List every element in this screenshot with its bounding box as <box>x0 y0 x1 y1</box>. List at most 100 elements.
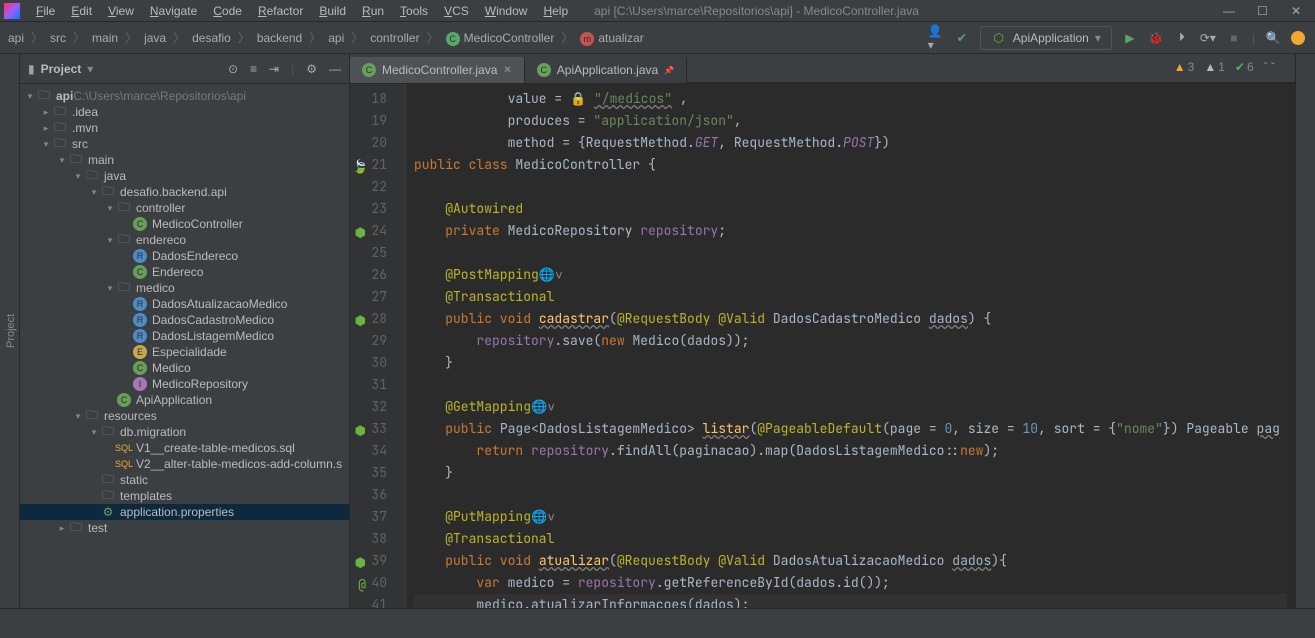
tree-node[interactable]: ▾🗀main <box>20 152 349 168</box>
tree-node[interactable]: EEspecialidade <box>20 344 349 360</box>
breadcrumb-item[interactable]: backend <box>253 29 306 47</box>
gutter-line[interactable]: ⬢24 <box>350 220 387 242</box>
project-tool-tab[interactable]: Project <box>3 54 19 608</box>
gutter-line[interactable]: 29 <box>350 330 387 352</box>
gutter-line[interactable]: 40 <box>350 572 387 594</box>
tree-node[interactable]: ▾🗀controller <box>20 200 349 216</box>
tree-node[interactable]: CMedicoController <box>20 216 349 232</box>
gutter-line[interactable]: 27 <box>350 286 387 308</box>
collapse-all-icon[interactable]: ⇥ <box>269 62 279 76</box>
tree-node[interactable]: RDadosEndereco <box>20 248 349 264</box>
gutter-line[interactable]: 20 <box>350 132 387 154</box>
breadcrumb-item[interactable]: main <box>88 29 122 47</box>
tree-node[interactable]: ▾🗀medico <box>20 280 349 296</box>
tree-node[interactable]: SQLV1__create-table-medicos.sql <box>20 440 349 456</box>
expand-all-icon[interactable]: ≡ <box>250 62 257 76</box>
gutter-line[interactable]: 37 <box>350 506 387 528</box>
menu-view[interactable]: View <box>100 2 142 20</box>
breadcrumb-item[interactable]: api <box>4 29 28 47</box>
gutter-line[interactable]: ⬢28 <box>350 308 387 330</box>
gutter-line[interactable]: 38 <box>350 528 387 550</box>
menu-refactor[interactable]: Refactor <box>250 2 311 20</box>
menu-tools[interactable]: Tools <box>392 2 436 20</box>
tree-node[interactable]: ▸🗀.mvn <box>20 120 349 136</box>
ide-updates-icon[interactable] <box>1291 31 1305 45</box>
debug-button[interactable]: 🐞 <box>1148 30 1164 46</box>
gutter-line[interactable]: 41 <box>350 594 387 608</box>
editor-tab[interactable]: CApiApplication.java📌 <box>525 57 687 83</box>
tree-node[interactable]: ▸🗀.idea <box>20 104 349 120</box>
menu-vcs[interactable]: VCS <box>436 2 477 20</box>
gutter-line[interactable]: 25 <box>350 242 387 264</box>
breadcrumb-item[interactable]: CMedicoController <box>442 29 559 47</box>
tree-node[interactable]: ▸🗀test <box>20 520 349 536</box>
coverage-button[interactable]: ⏵ <box>1174 30 1190 46</box>
tree-node[interactable]: SQLV2__alter-table-medicos-add-column.s <box>20 456 349 472</box>
tree-node[interactable]: CApiApplication <box>20 392 349 408</box>
breadcrumb-item[interactable]: desafio <box>188 29 235 47</box>
tree-node[interactable]: 🗀static <box>20 472 349 488</box>
gutter-line[interactable]: 22 <box>350 176 387 198</box>
tree-node[interactable]: RDadosAtualizacaoMedico <box>20 296 349 312</box>
code-editor[interactable]: value = 🔒 "/medicos" , produces = "appli… <box>406 84 1295 608</box>
gutter-line[interactable]: 18 <box>350 88 387 110</box>
gutter-line[interactable]: 36 <box>350 484 387 506</box>
tree-node[interactable]: RDadosCadastroMedico <box>20 312 349 328</box>
tree-node[interactable]: IMedicoRepository <box>20 376 349 392</box>
gutter-line[interactable]: ⬢ @39 <box>350 550 387 572</box>
gutter-line[interactable]: ⬢33 <box>350 418 387 440</box>
user-icon[interactable]: 👤▾ <box>928 30 944 46</box>
run-button[interactable]: ▶ <box>1122 30 1138 46</box>
menu-window[interactable]: Window <box>477 2 536 20</box>
tree-node[interactable]: ▾🗀desafio.backend.api <box>20 184 349 200</box>
run-configuration-dropdown[interactable]: ⬡ ApiApplication ▾ <box>980 26 1112 50</box>
close-button[interactable]: ✕ <box>1291 4 1305 18</box>
tree-node[interactable]: 🗀templates <box>20 488 349 504</box>
chevron-down-icon: ▾ <box>1095 31 1101 45</box>
tree-node[interactable]: ▾🗀db.migration <box>20 424 349 440</box>
inspections-widget[interactable]: ▲3 ▲1 ✔6 ˆ ˇ <box>1174 60 1275 74</box>
project-view-dropdown[interactable]: ▾ <box>87 62 93 76</box>
gutter-line[interactable]: 30 <box>350 352 387 374</box>
gutter-line[interactable]: 31 <box>350 374 387 396</box>
menu-edit[interactable]: Edit <box>63 2 100 20</box>
tree-node[interactable]: ▾🗀endereco <box>20 232 349 248</box>
gutter-line[interactable]: 35 <box>350 462 387 484</box>
hide-tool-window-icon[interactable]: — <box>329 62 341 76</box>
breadcrumb-item[interactable]: controller <box>366 29 423 47</box>
profile-button[interactable]: ⟳▾ <box>1200 30 1216 46</box>
maximize-button[interactable]: ☐ <box>1257 4 1271 18</box>
bookmarks-tool-tab[interactable]: Bookmarks <box>0 314 3 608</box>
breadcrumb-item[interactable]: src <box>46 29 70 47</box>
settings-gear-icon[interactable]: ⚙ <box>306 62 317 76</box>
update-project-icon[interactable]: ✔ <box>954 30 970 46</box>
editor-tab[interactable]: CMedicoController.java✕ <box>350 57 525 83</box>
tree-node[interactable]: RDadosListagemMedico <box>20 328 349 344</box>
menu-help[interactable]: Help <box>535 2 576 20</box>
breadcrumb-item[interactable]: api <box>324 29 348 47</box>
tree-node[interactable]: ▾🗀resources <box>20 408 349 424</box>
minimize-button[interactable]: — <box>1223 4 1237 18</box>
menu-run[interactable]: Run <box>354 2 392 20</box>
menu-navigate[interactable]: Navigate <box>142 2 205 20</box>
menu-file[interactable]: File <box>28 2 63 20</box>
search-everywhere-button[interactable]: 🔍 <box>1265 30 1281 46</box>
gutter-line[interactable]: 26 <box>350 264 387 286</box>
breadcrumb-item[interactable]: java <box>140 29 170 47</box>
tree-node[interactable]: CEndereco <box>20 264 349 280</box>
gutter-line[interactable]: 🍃21 <box>350 154 387 176</box>
gutter-line[interactable]: 19 <box>350 110 387 132</box>
gutter-line[interactable]: 34 <box>350 440 387 462</box>
menu-build[interactable]: Build <box>311 2 354 20</box>
breadcrumb-item[interactable]: matualizar <box>576 29 647 47</box>
window-title: api [C:\Users\marce\Repositorios\api] - … <box>576 4 1223 18</box>
gutter-line[interactable]: 32 <box>350 396 387 418</box>
tree-node[interactable]: CMedico <box>20 360 349 376</box>
menu-code[interactable]: Code <box>205 2 250 20</box>
project-pane-title[interactable]: Project <box>41 62 82 76</box>
close-tab-icon[interactable]: ✕ <box>503 65 511 76</box>
gutter-line[interactable]: 23 <box>350 198 387 220</box>
tree-root[interactable]: ▾🗀api C:\Users\marce\Repositorios\api <box>20 88 349 104</box>
stop-button[interactable]: ■ <box>1226 30 1242 46</box>
select-opened-file-icon[interactable]: ⊙ <box>228 62 238 76</box>
